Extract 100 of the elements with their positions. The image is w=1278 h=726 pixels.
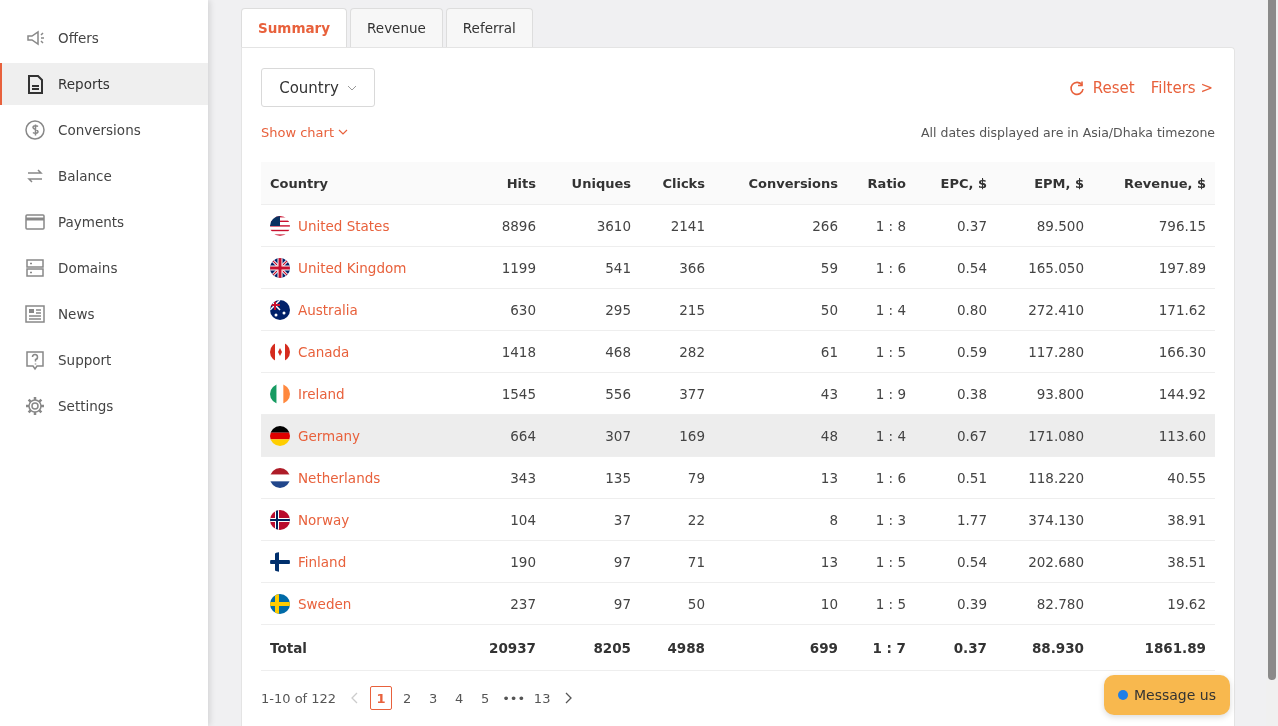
- scrollbar-thumb[interactable]: [1268, 0, 1276, 680]
- flag-icon: [270, 551, 290, 572]
- total-cell: 1 : 7: [847, 624, 915, 671]
- table-cell: 630: [465, 288, 545, 331]
- sidebar-item[interactable]: Payments: [0, 201, 208, 243]
- flag-icon: [270, 215, 290, 236]
- card-icon: [24, 211, 46, 233]
- table-cell: 71: [640, 540, 714, 583]
- table-cell: 13: [714, 540, 847, 583]
- column-header[interactable]: EPM, $: [996, 162, 1093, 205]
- flag-icon: [270, 509, 290, 530]
- table-cell: 166.30: [1093, 330, 1215, 373]
- table-cell: 0.80: [915, 288, 996, 331]
- table-cell: 1 : 5: [847, 330, 915, 373]
- tab[interactable]: Referral: [445, 8, 533, 47]
- column-header[interactable]: EPC, $: [915, 162, 996, 205]
- table-cell: 0.39: [915, 582, 996, 625]
- chevron-right-icon[interactable]: [563, 692, 574, 704]
- column-header[interactable]: Ratio: [847, 162, 915, 205]
- group-by-dropdown[interactable]: Country: [261, 68, 375, 107]
- table-cell: 468: [545, 330, 640, 373]
- filters-link[interactable]: Filters >: [1150, 78, 1213, 97]
- page-button[interactable]: •••: [500, 686, 528, 710]
- table-cell: 1 : 5: [847, 582, 915, 625]
- flag-icon: [270, 257, 290, 278]
- table-cell: 2141: [640, 204, 714, 247]
- sidebar-item[interactable]: Balance: [0, 155, 208, 197]
- total-cell: Total: [261, 624, 465, 671]
- sidebar-item[interactable]: Settings: [0, 385, 208, 427]
- table-cell: 93.800: [996, 372, 1093, 415]
- table-cell: 79: [640, 456, 714, 499]
- page-button[interactable]: 5: [474, 686, 497, 710]
- total-cell: 8205: [545, 624, 640, 671]
- table-cell: 0.59: [915, 330, 996, 373]
- message-us-button[interactable]: Message us: [1104, 675, 1230, 715]
- table-cell: 0.37: [915, 204, 996, 247]
- flag-icon: [270, 425, 290, 446]
- table-cell: 295: [545, 288, 640, 331]
- flag-icon: [270, 593, 290, 614]
- column-header[interactable]: Hits: [465, 162, 545, 205]
- table-cell: 343: [465, 456, 545, 499]
- table-cell: 8: [714, 498, 847, 541]
- table-cell: 135: [545, 456, 640, 499]
- page-button[interactable]: 4: [448, 686, 471, 710]
- status-dot: [1118, 690, 1128, 700]
- table-cell: 13: [714, 456, 847, 499]
- sidebar-item[interactable]: News: [0, 293, 208, 335]
- table-cell: 1.77: [915, 498, 996, 541]
- column-header[interactable]: Country: [261, 162, 465, 205]
- table-cell: 82.780: [996, 582, 1093, 625]
- country-link[interactable]: United Kingdom: [270, 257, 456, 278]
- pagination-range: 1-10 of 122: [261, 690, 337, 706]
- table-cell: 541: [545, 246, 640, 289]
- sidebar-item[interactable]: Offers: [0, 17, 208, 59]
- table-cell: 10: [714, 582, 847, 625]
- table-cell: 117.280: [996, 330, 1093, 373]
- show-chart-toggle[interactable]: Show chart: [261, 124, 348, 140]
- column-header[interactable]: Clicks: [640, 162, 714, 205]
- table-cell: 1199: [465, 246, 545, 289]
- table-cell: 8896: [465, 204, 545, 247]
- flag-icon: [270, 467, 290, 488]
- newspaper-icon: [24, 303, 46, 325]
- total-cell: 4988: [640, 624, 714, 671]
- table-cell: 1 : 4: [847, 288, 915, 331]
- tab[interactable]: Revenue: [350, 8, 443, 47]
- total-cell: 20937: [465, 624, 545, 671]
- table-cell: 237: [465, 582, 545, 625]
- table-cell: 1 : 6: [847, 246, 915, 289]
- page-button[interactable]: 2: [396, 686, 419, 710]
- sidebar-item[interactable]: Reports: [0, 63, 208, 105]
- timezone-note: All dates displayed are in Asia/Dhaka timezone: [921, 124, 1215, 140]
- table-cell: 50: [640, 582, 714, 625]
- column-header[interactable]: Conversions: [714, 162, 847, 205]
- table-cell: 97: [545, 582, 640, 625]
- table-cell: 97: [545, 540, 640, 583]
- page-button[interactable]: 13: [531, 686, 554, 710]
- table-cell: 43: [714, 372, 847, 415]
- column-header[interactable]: Uniques: [545, 162, 640, 205]
- server-icon: [24, 257, 46, 279]
- table-cell: 1 : 6: [847, 456, 915, 499]
- sidebar-item[interactable]: Conversions: [0, 109, 208, 151]
- chevron-down-icon: [338, 129, 348, 135]
- sidebar-item[interactable]: Support: [0, 339, 208, 381]
- table-cell: 48: [714, 414, 847, 457]
- table-cell: 272.410: [996, 288, 1093, 331]
- table-cell: 1 : 3: [847, 498, 915, 541]
- chevron-down-icon: [346, 84, 357, 91]
- table-cell: 169: [640, 414, 714, 457]
- table-cell: 197.89: [1093, 246, 1215, 289]
- table-cell: 113.60: [1093, 414, 1215, 457]
- sidebar-item[interactable]: Domains: [0, 247, 208, 289]
- table-cell: 171.080: [996, 414, 1093, 457]
- page-button[interactable]: 3: [422, 686, 445, 710]
- column-header[interactable]: Revenue, $: [1093, 162, 1215, 205]
- table-cell: 165.050: [996, 246, 1093, 289]
- table-cell: 50: [714, 288, 847, 331]
- table-cell: 0.51: [915, 456, 996, 499]
- table-cell: 0.38: [915, 372, 996, 415]
- total-cell: 88.930: [996, 624, 1093, 671]
- table-cell: 1 : 8: [847, 204, 915, 247]
